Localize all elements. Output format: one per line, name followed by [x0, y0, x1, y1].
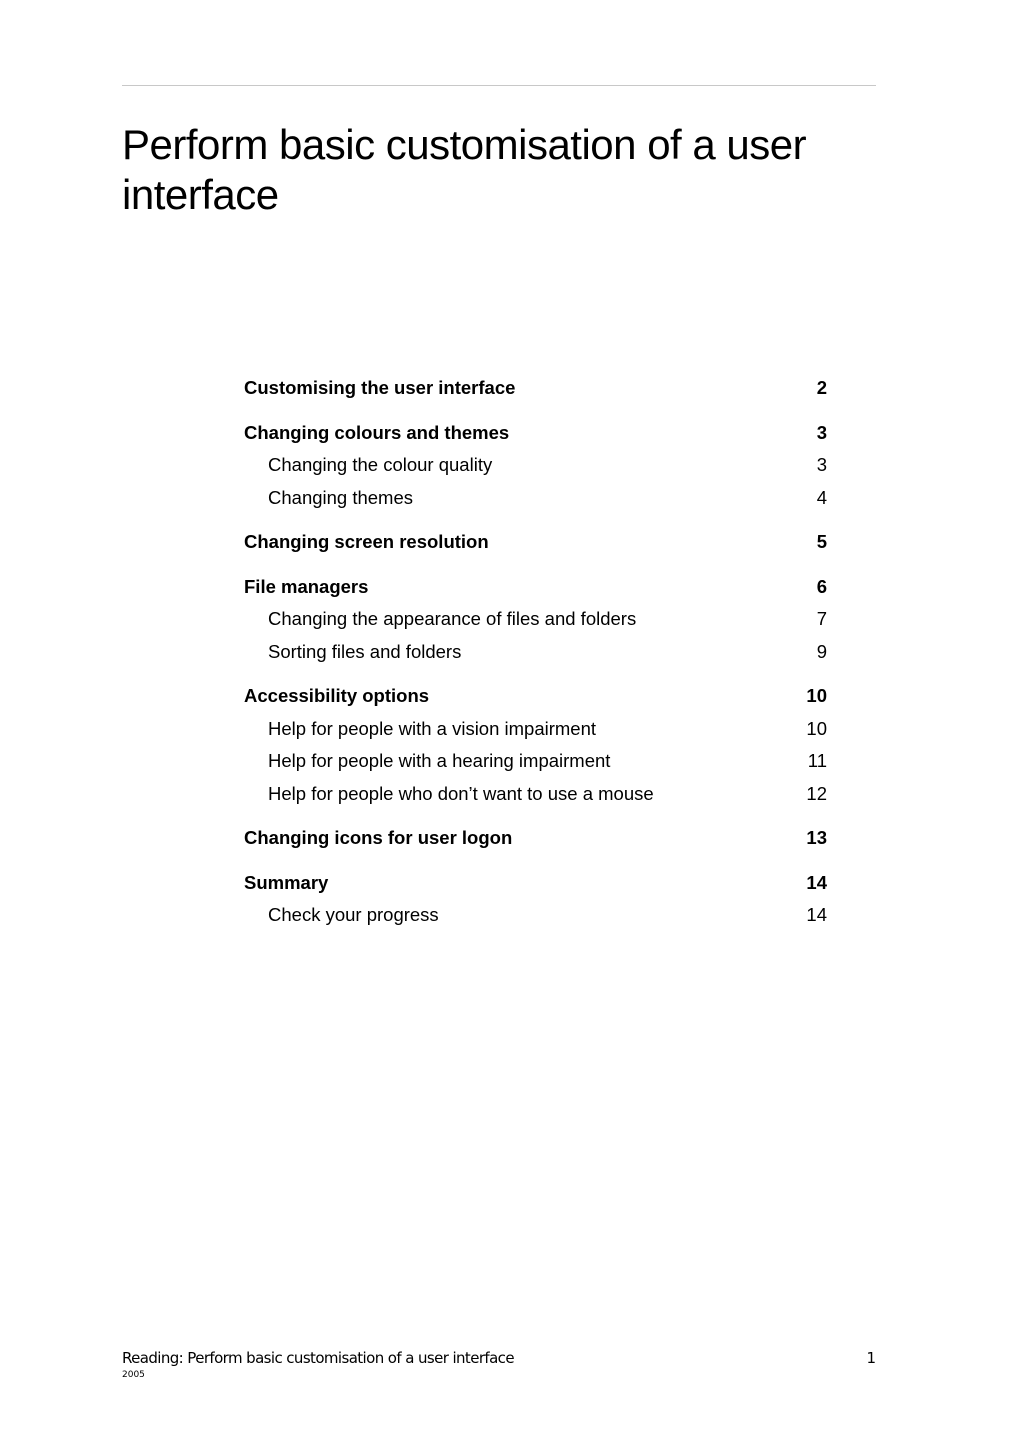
toc-entry-page: 14	[806, 871, 827, 893]
toc-entry-page: 14	[806, 904, 827, 925]
toc-entry-label: Help for people with a hearing impairmen…	[268, 750, 611, 771]
toc-entry-label: Accessibility options	[244, 685, 430, 706]
toc-entry-section[interactable]: Accessibility options 10	[244, 682, 827, 715]
toc-entry-page: 6	[816, 575, 827, 597]
toc-entry-page: 10	[806, 717, 827, 739]
toc-entry-label: Sorting files and folders	[268, 640, 462, 662]
footer-title: Reading: Perform basic customisation of …	[122, 1349, 515, 1367]
toc-entry-label: Help for people with a vision impairment	[268, 717, 597, 739]
toc-entry-page: 13	[806, 827, 827, 848]
toc-entry-page: 12	[806, 782, 827, 804]
toc-entry-label: Summary	[244, 871, 329, 893]
toc-entry-page: 11	[807, 750, 827, 771]
toc-entry-label: Changing screen resolution	[244, 531, 489, 552]
toc-entry-label: Help for people who don’t want to use a …	[268, 782, 654, 804]
footer-year: 2005	[122, 1370, 145, 1380]
toc-entry-label: Customising the user interface	[244, 377, 516, 398]
page-footer: Reading: Perform basic customisation of …	[122, 1348, 876, 1380]
toc-entry-page: 3	[816, 454, 827, 475]
toc-entry-page: 7	[816, 608, 827, 629]
toc-entry-section[interactable]: Changing colours and themes 3	[244, 419, 827, 452]
toc-entry-page: 2	[816, 377, 827, 398]
footer-page-number: 1	[866, 1349, 876, 1367]
toc-entry-page: 5	[816, 531, 827, 552]
page-title: Perform basic customisation of a user in…	[122, 121, 807, 218]
toc-entry-section[interactable]: Changing icons for user logon 13	[244, 824, 827, 857]
toc-entry-label: File managers	[244, 575, 369, 597]
header-rule	[122, 85, 876, 86]
toc-entry-subsection[interactable]: Help for people with a vision impairment…	[244, 715, 827, 748]
toc-entry-page: 4	[816, 486, 827, 508]
toc-entry-subsection[interactable]: Sorting files and folders 9	[244, 638, 827, 671]
toc-entry-subsection[interactable]: Changing the appearance of files and fol…	[244, 605, 827, 638]
toc-entry-label: Changing the colour quality	[268, 454, 493, 475]
table-of-contents: Customising the user interface 2 Changing …	[244, 374, 827, 934]
toc-entry-label: Check your progress	[268, 904, 439, 925]
toc-entry-section[interactable]: Changing screen resolution 5	[244, 528, 827, 561]
toc-entry-section[interactable]: Summary 14	[244, 869, 827, 902]
toc-entry-label: Changing the appearance of files and fol…	[268, 608, 637, 629]
toc-entry-label: Changing themes	[268, 486, 414, 508]
toc-entry-page: 10	[806, 685, 827, 706]
toc-entry-label: Changing icons for user logon	[244, 827, 513, 848]
footer-line: Reading: Perform basic customisation of …	[122, 1348, 876, 1368]
toc-entry-subsection[interactable]: Changing themes 4	[244, 484, 827, 517]
toc-entry-page: 9	[816, 640, 827, 662]
toc-entry-subsection[interactable]: Help for people with a hearing impairmen…	[244, 747, 827, 780]
toc-entry-label: Changing colours and themes	[244, 421, 510, 443]
toc-entry-subsection[interactable]: Changing the colour quality 3	[244, 451, 827, 484]
toc-entry-subsection[interactable]: Help for people who don’t want to use a …	[244, 780, 827, 813]
toc-entry-page: 3	[816, 421, 827, 443]
toc-entry-section[interactable]: File managers 6	[244, 573, 827, 606]
toc-entry-section[interactable]: Customising the user interface 2	[244, 374, 827, 407]
toc-entry-subsection[interactable]: Check your progress 14	[244, 901, 827, 934]
